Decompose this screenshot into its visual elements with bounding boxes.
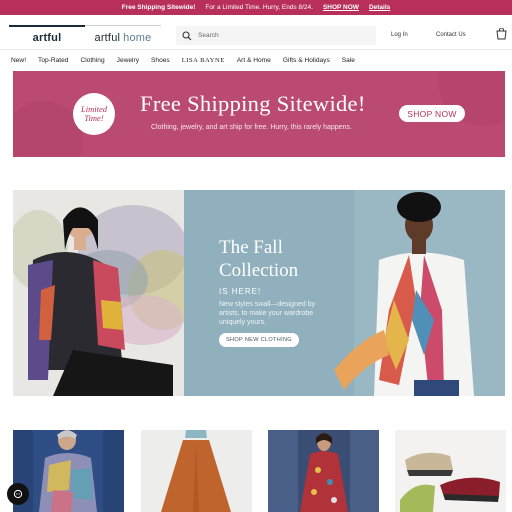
banner-title: Free Shipping Sitewide! (140, 91, 366, 116)
nav-item-shoes[interactable]: Shoes (151, 57, 170, 64)
tab-artful[interactable]: artful (9, 25, 85, 49)
hero-content-panel: The Fall Collection IS HERE! New styles … (184, 190, 505, 396)
nav-item-jewelry[interactable]: Jewelry (117, 57, 139, 64)
search-placeholder: Search (198, 32, 219, 39)
shop-new-clothing-button[interactable]: SHOP NEW CLOTHING (219, 333, 299, 347)
tab-artful-home[interactable]: artful home (85, 25, 161, 49)
limited-time-badge: Limited Time! (73, 93, 115, 135)
chat-button[interactable] (7, 483, 29, 505)
promo-headline: Free Shipping Sitewide! (121, 4, 196, 11)
category-nav: New! Top-Rated Clothing Jewelry Shoes LI… (0, 50, 512, 70)
artful-logo-text: artful (32, 32, 62, 44)
search-icon (182, 30, 192, 40)
banner-subtitle: Clothing, jewelry, and art ship for free… (151, 124, 352, 131)
banner-shop-now-button[interactable]: SHOP NOW (399, 105, 465, 122)
promo-details-text: For a Limited Time. Hurry, Ends 8/24. (205, 4, 313, 11)
nav-item-gifts-holidays[interactable]: Gifts & Holidays (283, 57, 330, 64)
promo-bar: Free Shipping Sitewide! For a Limited Ti… (0, 0, 512, 15)
nav-item-new[interactable]: New! (11, 57, 26, 64)
nav-item-top-rated[interactable]: Top-Rated (38, 57, 68, 64)
hero-is-here: IS HERE! (219, 287, 262, 296)
fall-collection-hero[interactable]: The Fall Collection IS HERE! New styles … (13, 190, 505, 396)
badge-line-2: Time! (84, 113, 104, 123)
brand-tabs: artful artful home (9, 25, 161, 49)
nav-item-clothing[interactable]: Clothing (80, 57, 104, 64)
promo-shop-now-link[interactable]: SHOP NOW (323, 4, 359, 11)
nav-item-art-home[interactable]: Art & Home (237, 57, 271, 64)
cart-icon[interactable] (496, 28, 507, 40)
product-tile-2[interactable] (141, 430, 252, 512)
free-shipping-banner[interactable]: Limited Time! Free Shipping Sitewide! Cl… (13, 71, 505, 157)
artful-home-logo-text-a: artful (94, 31, 121, 44)
model-in-abstract-jacket-image (13, 190, 184, 396)
product-image-3 (268, 430, 379, 512)
hero-title-line-1: The Fall (219, 237, 283, 258)
nav-item-sale[interactable]: Sale (342, 57, 355, 64)
hero-description: New styles swall—designed by artists, to… (219, 301, 316, 326)
product-image-4 (395, 430, 506, 512)
product-tile-1[interactable] (13, 430, 124, 512)
chat-bubble-icon (13, 489, 23, 499)
hero-title: The Fall Collection (219, 236, 298, 282)
promo-details-link[interactable]: Details (369, 4, 390, 11)
search-input[interactable]: Search (176, 26, 376, 45)
site-header: artful artful home Search Log In Contact… (0, 15, 512, 50)
hero-model-image-left (13, 190, 184, 396)
artful-home-logo-text-b: home (123, 31, 152, 44)
product-image-2 (141, 430, 252, 512)
product-image-1 (13, 430, 124, 512)
product-tile-3[interactable] (268, 430, 379, 512)
login-link[interactable]: Log In (391, 32, 408, 38)
hero-title-line-2: Collection (219, 260, 299, 281)
product-tile-4[interactable] (395, 430, 506, 512)
contact-link[interactable]: Contact Us (436, 32, 466, 38)
nav-item-lisa-bayne[interactable]: LISA BAYNE (182, 57, 225, 64)
